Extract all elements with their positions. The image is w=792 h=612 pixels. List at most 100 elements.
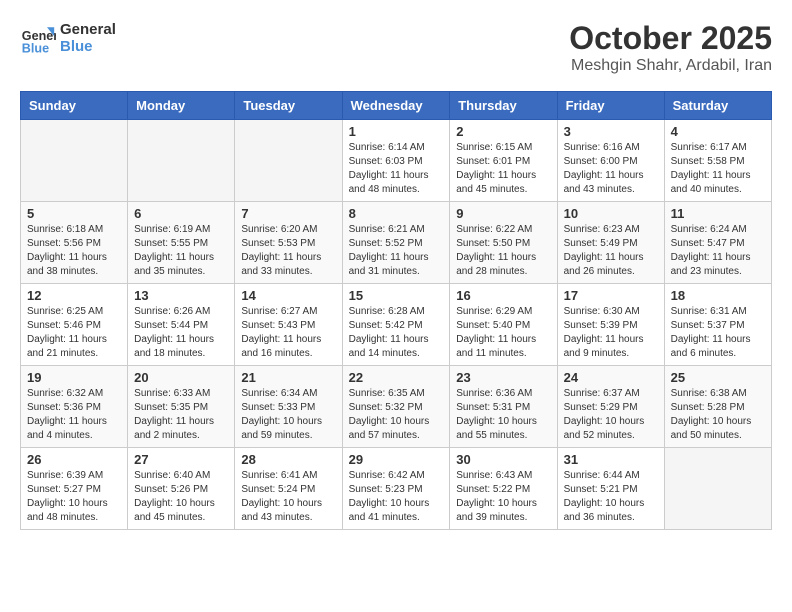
day-info: Sunrise: 6:40 AM Sunset: 5:26 PM Dayligh… [134,469,228,525]
calendar-week-4: 19 Sunrise: 6:32 AM Sunset: 5:36 PM Dayli… [21,366,772,448]
day-number: 9 [456,206,550,221]
calendar-header-row: SundayMondayTuesdayWednesdayThursdayFrid… [21,92,772,120]
calendar-cell [21,120,128,202]
day-info: Sunrise: 6:16 AM Sunset: 6:00 PM Dayligh… [564,141,658,197]
day-number: 20 [134,370,228,385]
calendar-cell: 9Sunrise: 6:22 AM Sunset: 5:50 PM Daylig… [450,202,557,284]
day-number: 26 [27,452,121,467]
calendar-cell: 6 Sunrise: 6:19 AM Sunset: 5:55 PM Daylig… [128,202,235,284]
page-title: October 2025 [569,20,772,57]
day-number: 27 [134,452,228,467]
calendar-cell: 21 Sunrise: 6:34 AM Sunset: 5:33 PM Dayli… [235,366,342,448]
day-number: 2 [456,124,550,139]
page-subtitle: Meshgin Shahr, Ardabil, Iran [569,57,772,75]
calendar-cell: 14 Sunrise: 6:27 AM Sunset: 5:43 PM Dayli… [235,284,342,366]
calendar-cell: 16Sunrise: 6:29 AM Sunset: 5:40 PM Dayli… [450,284,557,366]
calendar-cell: 13 Sunrise: 6:26 AM Sunset: 5:44 PM Dayli… [128,284,235,366]
calendar-week-2: 5 Sunrise: 6:18 AM Sunset: 5:56 PM Daylig… [21,202,772,284]
day-number: 5 [27,206,121,221]
day-info: Sunrise: 6:20 AM Sunset: 5:53 PM Dayligh… [241,223,335,279]
day-info: Sunrise: 6:33 AM Sunset: 5:35 PM Dayligh… [134,387,228,443]
day-number: 14 [241,288,335,303]
day-number: 31 [564,452,658,467]
calendar-cell: 30 Sunrise: 6:43 AM Sunset: 5:22 PM Dayli… [450,448,557,530]
day-info: Sunrise: 6:24 AM Sunset: 5:47 PM Dayligh… [671,223,765,279]
calendar-cell: 5 Sunrise: 6:18 AM Sunset: 5:56 PM Daylig… [21,202,128,284]
logo-blue: Blue [60,38,116,55]
calendar-header-wednesday: Wednesday [342,92,450,120]
calendar-cell: 17 Sunrise: 6:30 AM Sunset: 5:39 PM Dayli… [557,284,664,366]
calendar-cell: 7 Sunrise: 6:20 AM Sunset: 5:53 PM Daylig… [235,202,342,284]
calendar-cell: 29Sunrise: 6:42 AM Sunset: 5:23 PM Dayli… [342,448,450,530]
svg-text:Blue: Blue [22,41,49,55]
calendar-cell: 22 Sunrise: 6:35 AM Sunset: 5:32 PM Dayli… [342,366,450,448]
day-number: 18 [671,288,765,303]
title-block: October 2025 Meshgin Shahr, Ardabil, Ira… [569,20,772,75]
day-number: 25 [671,370,765,385]
calendar-header-tuesday: Tuesday [235,92,342,120]
day-number: 21 [241,370,335,385]
calendar-header-thursday: Thursday [450,92,557,120]
calendar-cell: 31Sunrise: 6:44 AM Sunset: 5:21 PM Dayli… [557,448,664,530]
day-info: Sunrise: 6:32 AM Sunset: 5:36 PM Dayligh… [27,387,121,443]
day-info: Sunrise: 6:39 AM Sunset: 5:27 PM Dayligh… [27,469,121,525]
day-number: 4 [671,124,765,139]
day-info: Sunrise: 6:26 AM Sunset: 5:44 PM Dayligh… [134,305,228,361]
day-info: Sunrise: 6:15 AM Sunset: 6:01 PM Dayligh… [456,141,550,197]
day-info: Sunrise: 6:37 AM Sunset: 5:29 PM Dayligh… [564,387,658,443]
calendar-cell: 27 Sunrise: 6:40 AM Sunset: 5:26 PM Dayli… [128,448,235,530]
day-number: 6 [134,206,228,221]
logo-icon: General Blue [20,20,56,56]
day-number: 1 [349,124,444,139]
day-number: 22 [349,370,444,385]
calendar-cell: 12 Sunrise: 6:25 AM Sunset: 5:46 PM Dayli… [21,284,128,366]
day-number: 7 [241,206,335,221]
calendar-cell: 19 Sunrise: 6:32 AM Sunset: 5:36 PM Dayli… [21,366,128,448]
calendar-cell: 3Sunrise: 6:16 AM Sunset: 6:00 PM Daylig… [557,120,664,202]
day-info: Sunrise: 6:41 AM Sunset: 5:24 PM Dayligh… [241,469,335,525]
day-number: 23 [456,370,550,385]
calendar-cell [664,448,771,530]
day-number: 17 [564,288,658,303]
calendar-cell [235,120,342,202]
day-info: Sunrise: 6:17 AM Sunset: 5:58 PM Dayligh… [671,141,765,197]
calendar-cell: 15 Sunrise: 6:28 AM Sunset: 5:42 PM Dayli… [342,284,450,366]
calendar-header-monday: Monday [128,92,235,120]
calendar-week-5: 26 Sunrise: 6:39 AM Sunset: 5:27 PM Dayli… [21,448,772,530]
day-info: Sunrise: 6:27 AM Sunset: 5:43 PM Dayligh… [241,305,335,361]
day-info: Sunrise: 6:38 AM Sunset: 5:28 PM Dayligh… [671,387,765,443]
calendar-cell: 26 Sunrise: 6:39 AM Sunset: 5:27 PM Dayli… [21,448,128,530]
calendar-cell: 10Sunrise: 6:23 AM Sunset: 5:49 PM Dayli… [557,202,664,284]
calendar-cell: 24Sunrise: 6:37 AM Sunset: 5:29 PM Dayli… [557,366,664,448]
calendar-cell [128,120,235,202]
day-info: Sunrise: 6:30 AM Sunset: 5:39 PM Dayligh… [564,305,658,361]
calendar-cell: 2 Sunrise: 6:15 AM Sunset: 6:01 PM Daylig… [450,120,557,202]
day-info: Sunrise: 6:43 AM Sunset: 5:22 PM Dayligh… [456,469,550,525]
page-header: General Blue General Blue October 2025 M… [20,20,772,75]
day-info: Sunrise: 6:28 AM Sunset: 5:42 PM Dayligh… [349,305,444,361]
day-number: 19 [27,370,121,385]
calendar-header-sunday: Sunday [21,92,128,120]
calendar-cell: 8 Sunrise: 6:21 AM Sunset: 5:52 PM Daylig… [342,202,450,284]
logo: General Blue General Blue [20,20,116,56]
calendar-cell: 25 Sunrise: 6:38 AM Sunset: 5:28 PM Dayli… [664,366,771,448]
day-number: 11 [671,206,765,221]
day-number: 12 [27,288,121,303]
day-info: Sunrise: 6:35 AM Sunset: 5:32 PM Dayligh… [349,387,444,443]
calendar-header-saturday: Saturday [664,92,771,120]
day-info: Sunrise: 6:19 AM Sunset: 5:55 PM Dayligh… [134,223,228,279]
day-number: 13 [134,288,228,303]
day-number: 30 [456,452,550,467]
day-info: Sunrise: 6:21 AM Sunset: 5:52 PM Dayligh… [349,223,444,279]
day-info: Sunrise: 6:34 AM Sunset: 5:33 PM Dayligh… [241,387,335,443]
day-number: 29 [349,452,444,467]
calendar-header-friday: Friday [557,92,664,120]
calendar-cell: 18 Sunrise: 6:31 AM Sunset: 5:37 PM Dayli… [664,284,771,366]
day-info: Sunrise: 6:31 AM Sunset: 5:37 PM Dayligh… [671,305,765,361]
day-info: Sunrise: 6:25 AM Sunset: 5:46 PM Dayligh… [27,305,121,361]
day-number: 8 [349,206,444,221]
day-number: 15 [349,288,444,303]
calendar-cell: 11 Sunrise: 6:24 AM Sunset: 5:47 PM Dayli… [664,202,771,284]
day-info: Sunrise: 6:18 AM Sunset: 5:56 PM Dayligh… [27,223,121,279]
calendar-week-1: 1Sunrise: 6:14 AM Sunset: 6:03 PM Daylig… [21,120,772,202]
